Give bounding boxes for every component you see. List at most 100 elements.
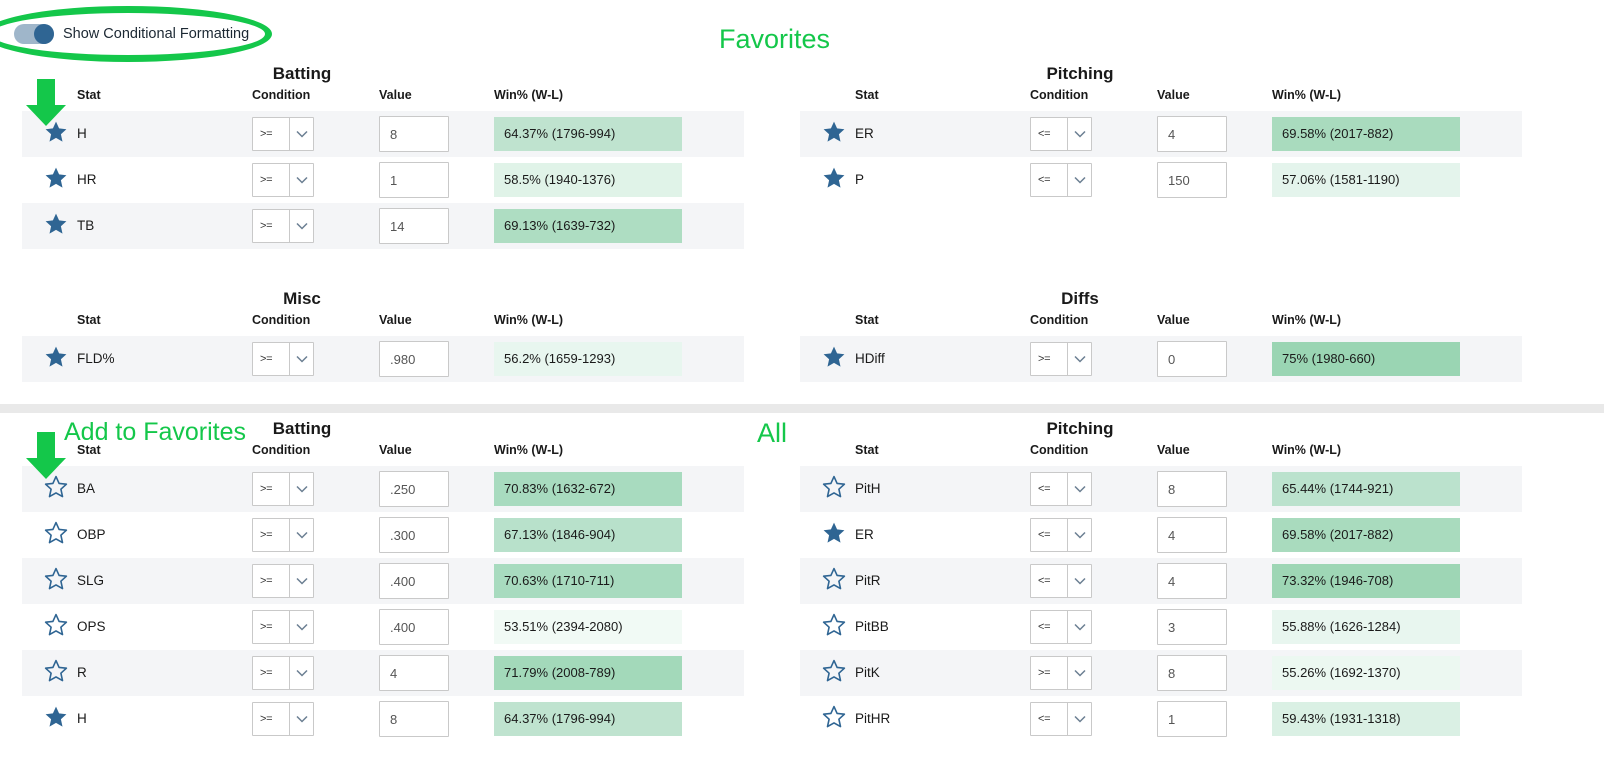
condition-cell[interactable]: >= — [252, 604, 379, 650]
favorite-star-cell[interactable] — [22, 203, 77, 249]
star-outline-icon[interactable] — [822, 613, 846, 637]
value-input[interactable]: 1 — [379, 162, 449, 198]
favorite-star-cell[interactable] — [800, 558, 855, 604]
star-filled-icon[interactable] — [44, 166, 68, 190]
value-cell[interactable]: 150 — [1157, 157, 1272, 203]
star-outline-icon[interactable] — [44, 613, 68, 637]
favorite-star-cell[interactable] — [22, 466, 77, 512]
value-cell[interactable]: .300 — [379, 512, 494, 558]
value-input[interactable]: 0 — [1157, 341, 1227, 377]
star-outline-icon[interactable] — [44, 659, 68, 683]
condition-select[interactable]: >= — [252, 209, 314, 243]
condition-select[interactable]: <= — [1030, 163, 1092, 197]
condition-cell[interactable]: >= — [252, 650, 379, 696]
chevron-down-icon[interactable] — [1067, 657, 1091, 689]
value-input[interactable]: 1 — [1157, 701, 1227, 737]
favorite-star-cell[interactable] — [800, 604, 855, 650]
condition-cell[interactable]: <= — [1030, 604, 1157, 650]
star-filled-icon[interactable] — [822, 521, 846, 545]
condition-select[interactable]: <= — [1030, 564, 1092, 598]
condition-cell[interactable]: >= — [252, 203, 379, 249]
favorite-star-cell[interactable] — [22, 157, 77, 203]
star-outline-icon[interactable] — [44, 567, 68, 591]
condition-select[interactable]: >= — [252, 163, 314, 197]
star-filled-icon[interactable] — [44, 705, 68, 729]
condition-select[interactable]: >= — [252, 610, 314, 644]
condition-cell[interactable]: <= — [1030, 466, 1157, 512]
value-cell[interactable]: 4 — [1157, 512, 1272, 558]
condition-select[interactable]: <= — [1030, 518, 1092, 552]
conditional-formatting-toggle-row[interactable]: Show Conditional Formatting — [14, 24, 249, 44]
condition-cell[interactable]: <= — [1030, 157, 1157, 203]
value-input[interactable]: 3 — [1157, 609, 1227, 645]
chevron-down-icon[interactable] — [1067, 118, 1091, 150]
chevron-down-icon[interactable] — [289, 118, 313, 150]
value-cell[interactable]: 4 — [379, 650, 494, 696]
chevron-down-icon[interactable] — [289, 210, 313, 242]
value-input[interactable]: .400 — [379, 609, 449, 645]
favorite-star-cell[interactable] — [800, 512, 855, 558]
condition-cell[interactable]: <= — [1030, 512, 1157, 558]
value-cell[interactable]: .400 — [379, 558, 494, 604]
star-outline-icon[interactable] — [44, 521, 68, 545]
star-outline-icon[interactable] — [822, 567, 846, 591]
condition-cell[interactable]: >= — [252, 512, 379, 558]
favorite-star-cell[interactable] — [800, 157, 855, 203]
chevron-down-icon[interactable] — [289, 657, 313, 689]
condition-select[interactable]: <= — [1030, 702, 1092, 736]
condition-cell[interactable]: >= — [252, 111, 379, 157]
condition-select[interactable]: >= — [1030, 342, 1092, 376]
star-filled-icon[interactable] — [822, 345, 846, 369]
star-filled-icon[interactable] — [822, 120, 846, 144]
chevron-down-icon[interactable] — [1067, 519, 1091, 551]
condition-cell[interactable]: <= — [1030, 111, 1157, 157]
chevron-down-icon[interactable] — [289, 473, 313, 505]
value-input[interactable]: 150 — [1157, 162, 1227, 198]
condition-select[interactable]: >= — [252, 518, 314, 552]
condition-cell[interactable]: <= — [1030, 558, 1157, 604]
condition-cell[interactable]: >= — [252, 336, 379, 382]
chevron-down-icon[interactable] — [289, 611, 313, 643]
favorite-star-cell[interactable] — [22, 604, 77, 650]
condition-cell[interactable]: >= — [252, 558, 379, 604]
condition-select[interactable]: >= — [252, 656, 314, 690]
condition-select[interactable]: >= — [252, 472, 314, 506]
value-cell[interactable]: 8 — [1157, 650, 1272, 696]
chevron-down-icon[interactable] — [1067, 164, 1091, 196]
value-input[interactable]: 4 — [1157, 517, 1227, 553]
favorite-star-cell[interactable] — [800, 111, 855, 157]
value-input[interactable]: 8 — [1157, 471, 1227, 507]
value-input[interactable]: 8 — [379, 116, 449, 152]
condition-cell[interactable]: >= — [252, 696, 379, 742]
chevron-down-icon[interactable] — [1067, 703, 1091, 735]
favorite-star-cell[interactable] — [800, 650, 855, 696]
value-cell[interactable]: 14 — [379, 203, 494, 249]
condition-select[interactable]: <= — [1030, 610, 1092, 644]
value-input[interactable]: 4 — [1157, 116, 1227, 152]
value-cell[interactable]: 4 — [1157, 111, 1272, 157]
condition-select[interactable]: >= — [252, 564, 314, 598]
condition-cell[interactable]: >= — [1030, 336, 1157, 382]
value-cell[interactable]: 1 — [379, 157, 494, 203]
chevron-down-icon[interactable] — [289, 519, 313, 551]
favorite-star-cell[interactable] — [22, 696, 77, 742]
value-input[interactable]: 4 — [379, 655, 449, 691]
star-outline-icon[interactable] — [44, 475, 68, 499]
favorite-star-cell[interactable] — [800, 466, 855, 512]
star-filled-icon[interactable] — [44, 345, 68, 369]
condition-cell[interactable]: >= — [252, 466, 379, 512]
favorite-star-cell[interactable] — [800, 696, 855, 742]
condition-select[interactable]: >= — [252, 117, 314, 151]
star-outline-icon[interactable] — [822, 475, 846, 499]
star-outline-icon[interactable] — [822, 705, 846, 729]
value-input[interactable]: 8 — [1157, 655, 1227, 691]
chevron-down-icon[interactable] — [1067, 343, 1091, 375]
value-cell[interactable]: 0 — [1157, 336, 1272, 382]
value-input[interactable]: 8 — [379, 701, 449, 737]
value-input[interactable]: .400 — [379, 563, 449, 599]
conditional-formatting-toggle[interactable] — [14, 24, 54, 44]
star-filled-icon[interactable] — [822, 166, 846, 190]
star-filled-icon[interactable] — [44, 212, 68, 236]
chevron-down-icon[interactable] — [289, 343, 313, 375]
value-input[interactable]: .250 — [379, 471, 449, 507]
